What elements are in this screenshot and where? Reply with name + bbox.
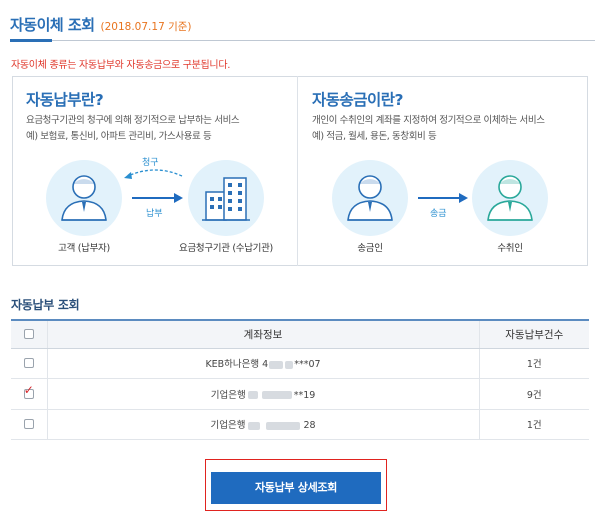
- institution-label: 요금청구기관 (수납기관): [179, 243, 273, 254]
- auto-pay-title: 자동납부란?: [26, 91, 104, 109]
- account-suffix: **19: [293, 389, 316, 401]
- account-prefix: 기업은행: [210, 389, 246, 401]
- account-info-cell: 기업은행 28: [46, 409, 479, 440]
- masked-account-segment: [285, 360, 294, 369]
- account-info-cell: KEB하나은행 4 ***07: [46, 348, 479, 379]
- sender-label: 송금인: [357, 243, 383, 254]
- select-all-checkbox[interactable]: [23, 329, 34, 340]
- auto-pay-count-cell: 1건: [478, 348, 589, 379]
- auto-pay-desc-2: 예) 보험료, 통신비, 아파트 관리비, 가스사용료 등: [26, 131, 212, 142]
- lookup-section-title: 자동납부 조회: [11, 298, 80, 312]
- masked-account-segment: [269, 360, 284, 369]
- auto-pay-count-cell: 1건: [478, 409, 589, 440]
- row-select-cell: [11, 348, 47, 379]
- transfer-arrow-icon: [418, 193, 468, 203]
- auto-pay-desc-1: 요금청구기관의 청구에 의해 정기적으로 납부하는 서비스: [26, 115, 240, 126]
- masked-account-segment: [266, 421, 301, 430]
- notice-text: 자동이체 종류는 자동납부와 자동송금으로 구분됩니다.: [11, 60, 231, 71]
- customer-icon: [46, 160, 122, 236]
- auto-transfer-desc-1: 개인이 수취인의 계좌를 지정하여 정기적으로 이체하는 서비스: [312, 115, 545, 126]
- receiver-label: 수취인: [497, 243, 523, 254]
- transfer-arrow-label: 송금: [430, 209, 447, 219]
- page-date-note: (2018.07.17 기준): [100, 21, 192, 33]
- info-box-divider: [297, 76, 298, 266]
- header-divider: [10, 40, 595, 41]
- select-all-cell: [11, 319, 47, 349]
- auto-pay-detail-button[interactable]: 자동납부 상세조회: [211, 472, 381, 504]
- pay-arrow-label: 납부: [146, 209, 163, 219]
- masked-account-segment: [261, 391, 292, 400]
- auto-transfer-title: 자동송금이란?: [312, 91, 404, 109]
- row-checkbox[interactable]: [23, 419, 34, 430]
- table-header-row: 계좌정보 자동납부건수: [11, 319, 589, 349]
- table-row[interactable]: KEB하나은행 4 ***07 1건: [11, 348, 589, 379]
- row-select-cell: ✓: [11, 378, 47, 410]
- account-suffix: ***07: [294, 359, 321, 371]
- flow-arrows-icon: [124, 169, 183, 203]
- account-info-cell: 기업은행 **19: [46, 378, 479, 410]
- masked-account-segment: [248, 421, 261, 430]
- account-prefix: 기업은행: [210, 420, 246, 432]
- sender-icon: [332, 160, 408, 236]
- masked-account-segment: [247, 391, 258, 400]
- auto-pay-count-cell: 9건: [478, 378, 589, 410]
- account-prefix: KEB하나은행 4: [205, 359, 269, 371]
- row-checkbox[interactable]: ✓: [23, 384, 34, 399]
- page-title: 자동이체 조회: [10, 16, 95, 34]
- page-header: 자동이체 조회 (2018.07.17 기준): [10, 14, 192, 38]
- checkmark-icon: ✓: [23, 382, 34, 397]
- header-divider-accent: [10, 39, 52, 42]
- customer-label: 고객 (납부자): [58, 243, 110, 254]
- auto-transfer-desc-2: 예) 적금, 월세, 용돈, 동창회비 등: [312, 131, 437, 142]
- receiver-icon: [472, 160, 548, 236]
- table-row[interactable]: ✓ 기업은행 **19 9건: [11, 378, 589, 410]
- column-account-info: 계좌정보: [46, 319, 479, 349]
- column-auto-pay-count: 자동납부건수: [478, 319, 589, 349]
- table-row[interactable]: 기업은행 28 1건: [11, 409, 589, 440]
- institution-icon: [188, 160, 264, 236]
- row-select-cell: [11, 409, 47, 440]
- auto-pay-table: 계좌정보 자동납부건수 KEB하나은행 4 ***07 1건 ✓ 기업은행 **19…: [11, 319, 589, 440]
- row-checkbox[interactable]: [23, 358, 34, 369]
- account-suffix: 28: [303, 420, 316, 432]
